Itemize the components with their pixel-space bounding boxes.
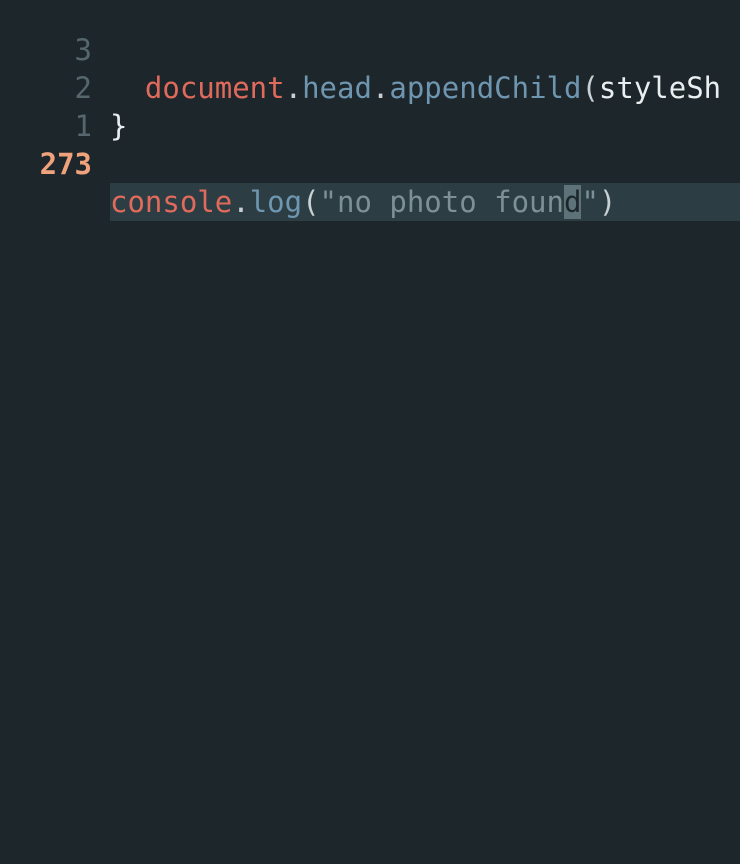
code-line-current[interactable]: 273 console.log("no photo found"): [0, 107, 740, 221]
token-dot: .: [232, 185, 250, 219]
line-content[interactable]: [110, 145, 740, 183]
code-editor[interactable]: 3 document.head.appendChild(styleSh 2 } …: [0, 0, 740, 864]
token-string-end: ": [581, 185, 599, 219]
token-string: "no photo foun: [319, 185, 564, 219]
token-log: log: [249, 185, 303, 219]
current-line-content[interactable]: console.log("no photo found"): [110, 183, 740, 221]
token-console: console: [110, 185, 233, 219]
text-cursor: d: [563, 185, 582, 219]
code-line-1[interactable]: 1: [0, 69, 740, 143]
token-open-paren: (: [302, 185, 320, 219]
token-close-paren: ): [598, 185, 617, 219]
code-line-3[interactable]: 3 document.head.appendChild(styleSh: [0, 0, 740, 105]
current-line-number: 273: [39, 147, 92, 181]
code-line-2[interactable]: 2 }: [0, 31, 740, 143]
